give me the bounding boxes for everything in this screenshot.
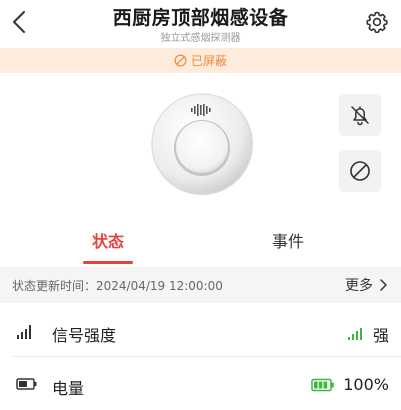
tab-bar: 状态 事件 (0, 220, 401, 264)
more-label: 更多 (345, 278, 373, 294)
page-subtitle: 独立式感烟探测器 (160, 33, 241, 44)
battery-icon (16, 378, 37, 390)
signal-strength-label: 信号强度 (52, 326, 117, 345)
signal-bars-icon (17, 325, 31, 339)
signal-strength-value: 强 (347, 322, 389, 346)
bell-off-icon (351, 106, 369, 126)
smoke-detector-icon (151, 93, 253, 195)
gear-icon (366, 11, 388, 34)
shielded-banner: 已屏蔽 (0, 48, 401, 73)
row-divider (12, 356, 401, 357)
chevron-right-icon (380, 279, 387, 291)
signal-bars-icon (347, 328, 362, 340)
block-button[interactable] (339, 150, 381, 192)
battery-label: 电量 (52, 379, 85, 398)
block-icon (350, 161, 370, 181)
signal-strength-row: 信号强度 强 (0, 309, 401, 357)
status-update-time: 状态更新时间：2024/04/19 12:00:00 (12, 278, 223, 293)
active-tab-indicator (83, 261, 133, 264)
battery-value: 100% (311, 375, 389, 394)
header: 西厨房顶部烟感设备 独立式感烟探测器 (0, 0, 401, 48)
battery-level-icon (311, 378, 334, 391)
page-title: 西厨房顶部烟感设备 (112, 7, 289, 29)
battery-text: 100% (343, 375, 389, 394)
smoke-detector-image (150, 92, 254, 196)
battery-row: 电量 100% (0, 362, 401, 410)
mute-button[interactable] (339, 94, 381, 136)
more-button[interactable]: 更多 (345, 275, 387, 295)
status-update-row: 状态更新时间：2024/04/19 12:00:00 更多 (0, 267, 401, 303)
banner-text: 已屏蔽 (190, 54, 227, 68)
tab-status[interactable]: 状态 (92, 228, 124, 252)
signal-strength-text: 强 (372, 326, 389, 345)
settings-button[interactable] (365, 10, 389, 34)
tab-events[interactable]: 事件 (272, 228, 304, 252)
block-icon (174, 54, 187, 67)
